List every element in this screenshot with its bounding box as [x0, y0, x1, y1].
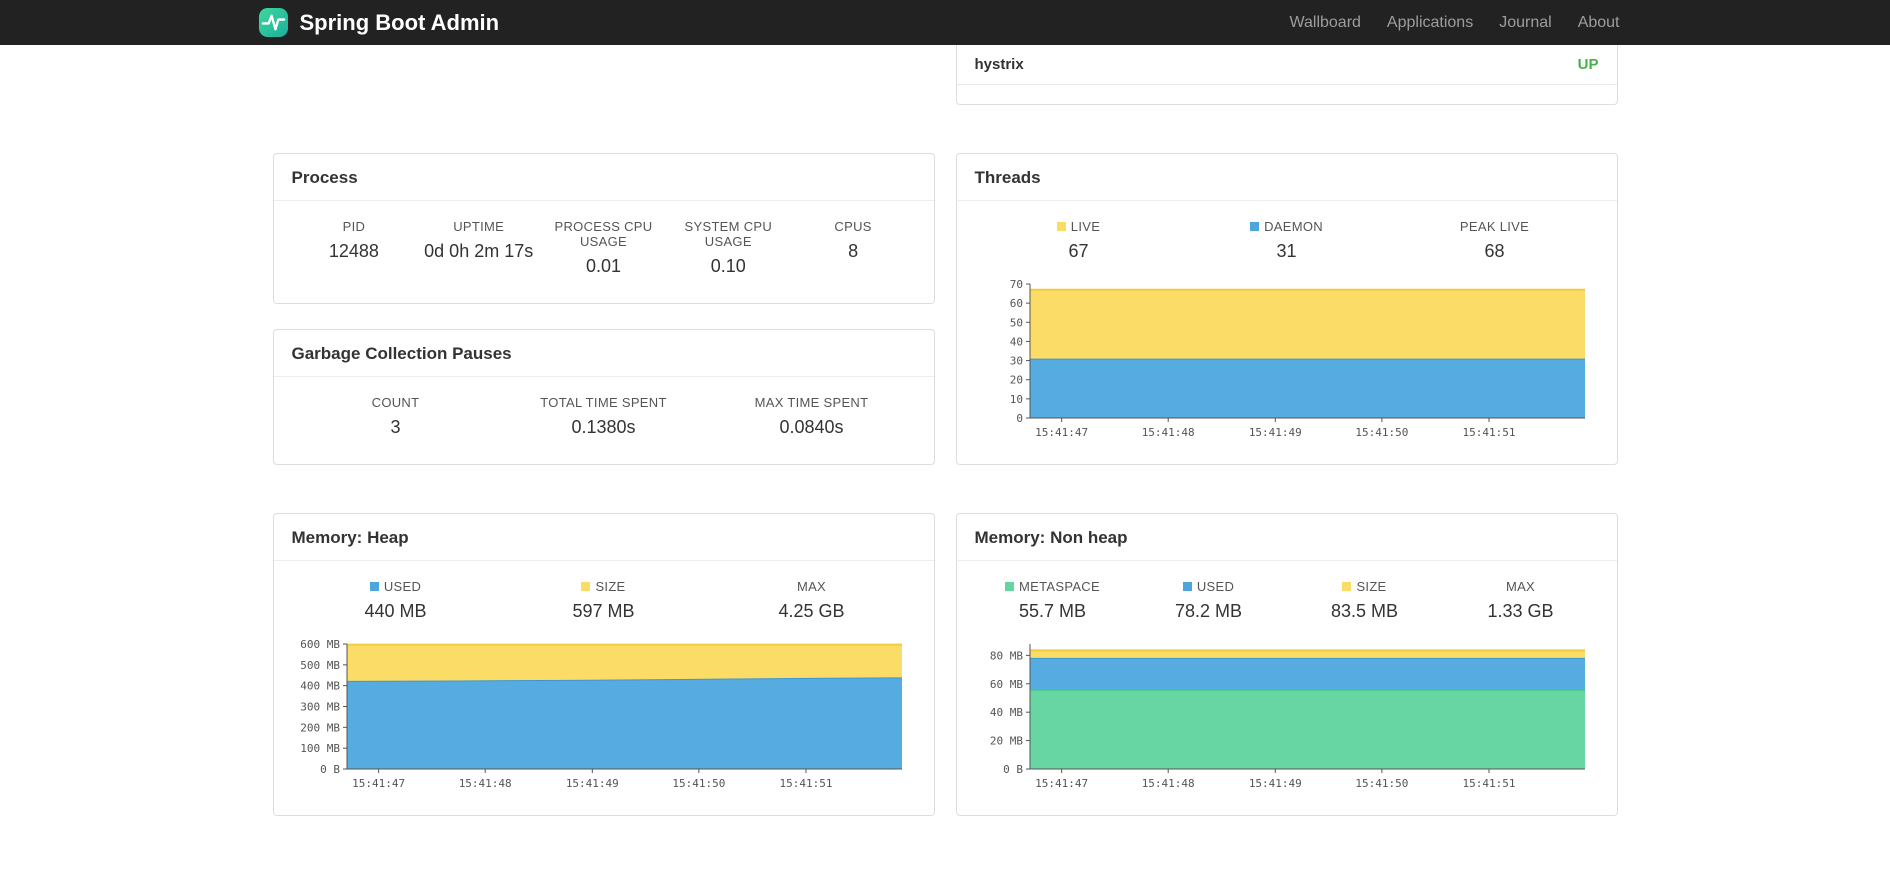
- stat-metaspace: METASPACE 55.7 MB: [975, 579, 1131, 622]
- heap-chart: 0 B 100 MB 200 MB 300 MB 400 MB 500 MB 600 MB 1…: [292, 638, 916, 801]
- svg-text:500 MB: 500 MB: [300, 659, 340, 672]
- svg-text:15:41:47: 15:41:47: [352, 777, 405, 790]
- svg-text:15:41:50: 15:41:50: [1355, 777, 1408, 790]
- stat-max-time-spent: MAX TIME SPENT 0.0840s: [754, 395, 869, 437]
- brand[interactable]: Spring Boot Admin: [258, 7, 500, 38]
- gc-stats: COUNT 3 TOTAL TIME SPENT 0.1380s MAX TIM…: [274, 377, 934, 464]
- svg-text:15:41:49: 15:41:49: [565, 777, 618, 790]
- svg-text:15:41:48: 15:41:48: [458, 777, 511, 790]
- stat-peak-live: PEAK LIVE 68: [1459, 219, 1530, 261]
- svg-text:60: 60: [1009, 297, 1022, 310]
- live-legend-swatch: [1056, 222, 1066, 231]
- nav-links: Wallboard Applications Journal About: [1276, 14, 1632, 32]
- svg-text:10: 10: [1009, 393, 1022, 406]
- svg-text:15:41:50: 15:41:50: [672, 777, 725, 790]
- svg-text:40 MB: 40 MB: [989, 706, 1022, 719]
- svg-text:400 MB: 400 MB: [300, 680, 340, 693]
- nonheap-panel: Memory: Non heap METASPACE 55.7 MB USED …: [955, 513, 1618, 816]
- stat-heap-size: SIZE 597 MB: [572, 579, 635, 621]
- stat-total-time-spent: TOTAL TIME SPENT 0.1380s: [540, 395, 667, 437]
- application-name: hystrix: [974, 56, 1024, 73]
- svg-text:40: 40: [1009, 335, 1022, 348]
- threads-chart: 0 10 20 30 40 50 60 70 15:41:47 15:41:48 15:41:49 1…: [975, 278, 1599, 450]
- application-status-badge: UP: [1577, 56, 1599, 73]
- nav-item-wallboard[interactable]: Wallboard: [1276, 14, 1373, 32]
- nonheap-stats: METASPACE 55.7 MB USED 78.2 MB SIZE 83.5…: [957, 561, 1617, 636]
- stat-nonheap-used: USED 78.2 MB: [1174, 579, 1243, 621]
- svg-text:15:41:47: 15:41:47: [1035, 777, 1088, 790]
- stat-nonheap-size: SIZE 83.5 MB: [1330, 579, 1399, 621]
- navbar: Spring Boot Admin Wallboard Applications…: [0, 0, 1890, 45]
- stat-pid: PID 12488: [328, 219, 379, 261]
- heap-used-legend-swatch: [369, 582, 379, 591]
- stat-count: COUNT 3: [371, 395, 420, 437]
- nonheap-used-legend-swatch: [1182, 582, 1192, 591]
- stat-cpus: CPUS 8: [834, 219, 872, 261]
- process-stats: PID 12488 UPTIME 0d 0h 2m 17s PROCESS CP…: [274, 201, 934, 303]
- svg-text:100 MB: 100 MB: [300, 742, 340, 755]
- nav-item-about[interactable]: About: [1565, 14, 1633, 32]
- stat-live: LIVE 67: [975, 219, 1183, 262]
- nonheap-size-legend-swatch: [1342, 582, 1352, 591]
- svg-text:60 MB: 60 MB: [989, 678, 1022, 691]
- svg-text:15:41:49: 15:41:49: [1248, 426, 1301, 439]
- stat-uptime: UPTIME 0d 0h 2m 17s: [424, 219, 534, 261]
- heap-stats: USED 440 MB SIZE 597 MB MAX 4.25 GB: [274, 561, 934, 636]
- applications-panel: hystrix UP: [955, 45, 1618, 105]
- svg-text:0 B: 0 B: [320, 763, 340, 776]
- svg-text:0: 0: [1016, 412, 1023, 425]
- svg-text:80 MB: 80 MB: [989, 649, 1022, 662]
- svg-text:30: 30: [1009, 355, 1022, 368]
- svg-text:15:41:48: 15:41:48: [1141, 777, 1194, 790]
- app-logo-icon: [258, 7, 289, 38]
- svg-text:15:41:51: 15:41:51: [1462, 777, 1515, 790]
- heap-size-legend-swatch: [581, 582, 591, 591]
- gc-panel: Garbage Collection Pauses COUNT 3 TOTAL …: [272, 329, 935, 465]
- stat-daemon: DAEMON 31: [1183, 219, 1391, 262]
- threads-stats: LIVE 67 DAEMON 31 PEAK LIVE 68: [957, 201, 1617, 276]
- svg-text:15:41:51: 15:41:51: [779, 777, 832, 790]
- svg-text:15:41:51: 15:41:51: [1462, 426, 1515, 439]
- svg-text:15:41:48: 15:41:48: [1141, 426, 1194, 439]
- main-content: hystrix UP Process PID 12488 UPTIME 0d 0…: [272, 45, 1618, 816]
- svg-text:50: 50: [1009, 316, 1022, 329]
- threads-panel: Threads LIVE 67 DAEMON 31 PEAK LIVE 68 0…: [955, 153, 1618, 465]
- nonheap-panel-title: Memory: Non heap: [956, 514, 1617, 561]
- metaspace-legend-swatch: [1005, 582, 1015, 591]
- process-panel-title: Process: [273, 154, 934, 201]
- heap-panel: Memory: Heap USED 440 MB SIZE 597 MB MAX…: [272, 513, 935, 816]
- application-row[interactable]: hystrix UP: [956, 45, 1617, 85]
- nav-item-applications[interactable]: Applications: [1374, 14, 1486, 32]
- svg-text:20: 20: [1009, 374, 1022, 387]
- svg-text:0 B: 0 B: [1003, 763, 1023, 776]
- nav-item-journal[interactable]: Journal: [1486, 14, 1564, 32]
- svg-text:70: 70: [1009, 278, 1022, 291]
- stat-nonheap-max: MAX 1.33 GB: [1487, 579, 1554, 621]
- daemon-legend-swatch: [1250, 222, 1260, 231]
- stat-heap-used: USED 440 MB: [364, 579, 427, 621]
- stat-system-cpu-usage: SYSTEM CPU USAGE 0.10: [684, 219, 773, 276]
- svg-text:15:41:49: 15:41:49: [1248, 777, 1301, 790]
- svg-text:20 MB: 20 MB: [989, 735, 1022, 748]
- svg-text:15:41:47: 15:41:47: [1035, 426, 1088, 439]
- gc-panel-title: Garbage Collection Pauses: [273, 330, 934, 377]
- process-panel: Process PID 12488 UPTIME 0d 0h 2m 17s PR…: [272, 153, 935, 304]
- threads-panel-title: Threads: [956, 154, 1617, 201]
- svg-text:300 MB: 300 MB: [300, 701, 340, 714]
- brand-title: Spring Boot Admin: [299, 9, 500, 35]
- stat-process-cpu-usage: PROCESS CPU USAGE 0.01: [554, 219, 653, 276]
- heap-panel-title: Memory: Heap: [273, 514, 934, 561]
- stat-heap-max: MAX 4.25 GB: [778, 579, 845, 621]
- svg-text:15:41:50: 15:41:50: [1355, 426, 1408, 439]
- nonheap-chart: 0 B 20 MB 40 MB 60 MB 80 MB 15:41:47 15:41:48 1…: [975, 638, 1599, 801]
- svg-text:600 MB: 600 MB: [300, 638, 340, 651]
- svg-text:200 MB: 200 MB: [300, 721, 340, 734]
